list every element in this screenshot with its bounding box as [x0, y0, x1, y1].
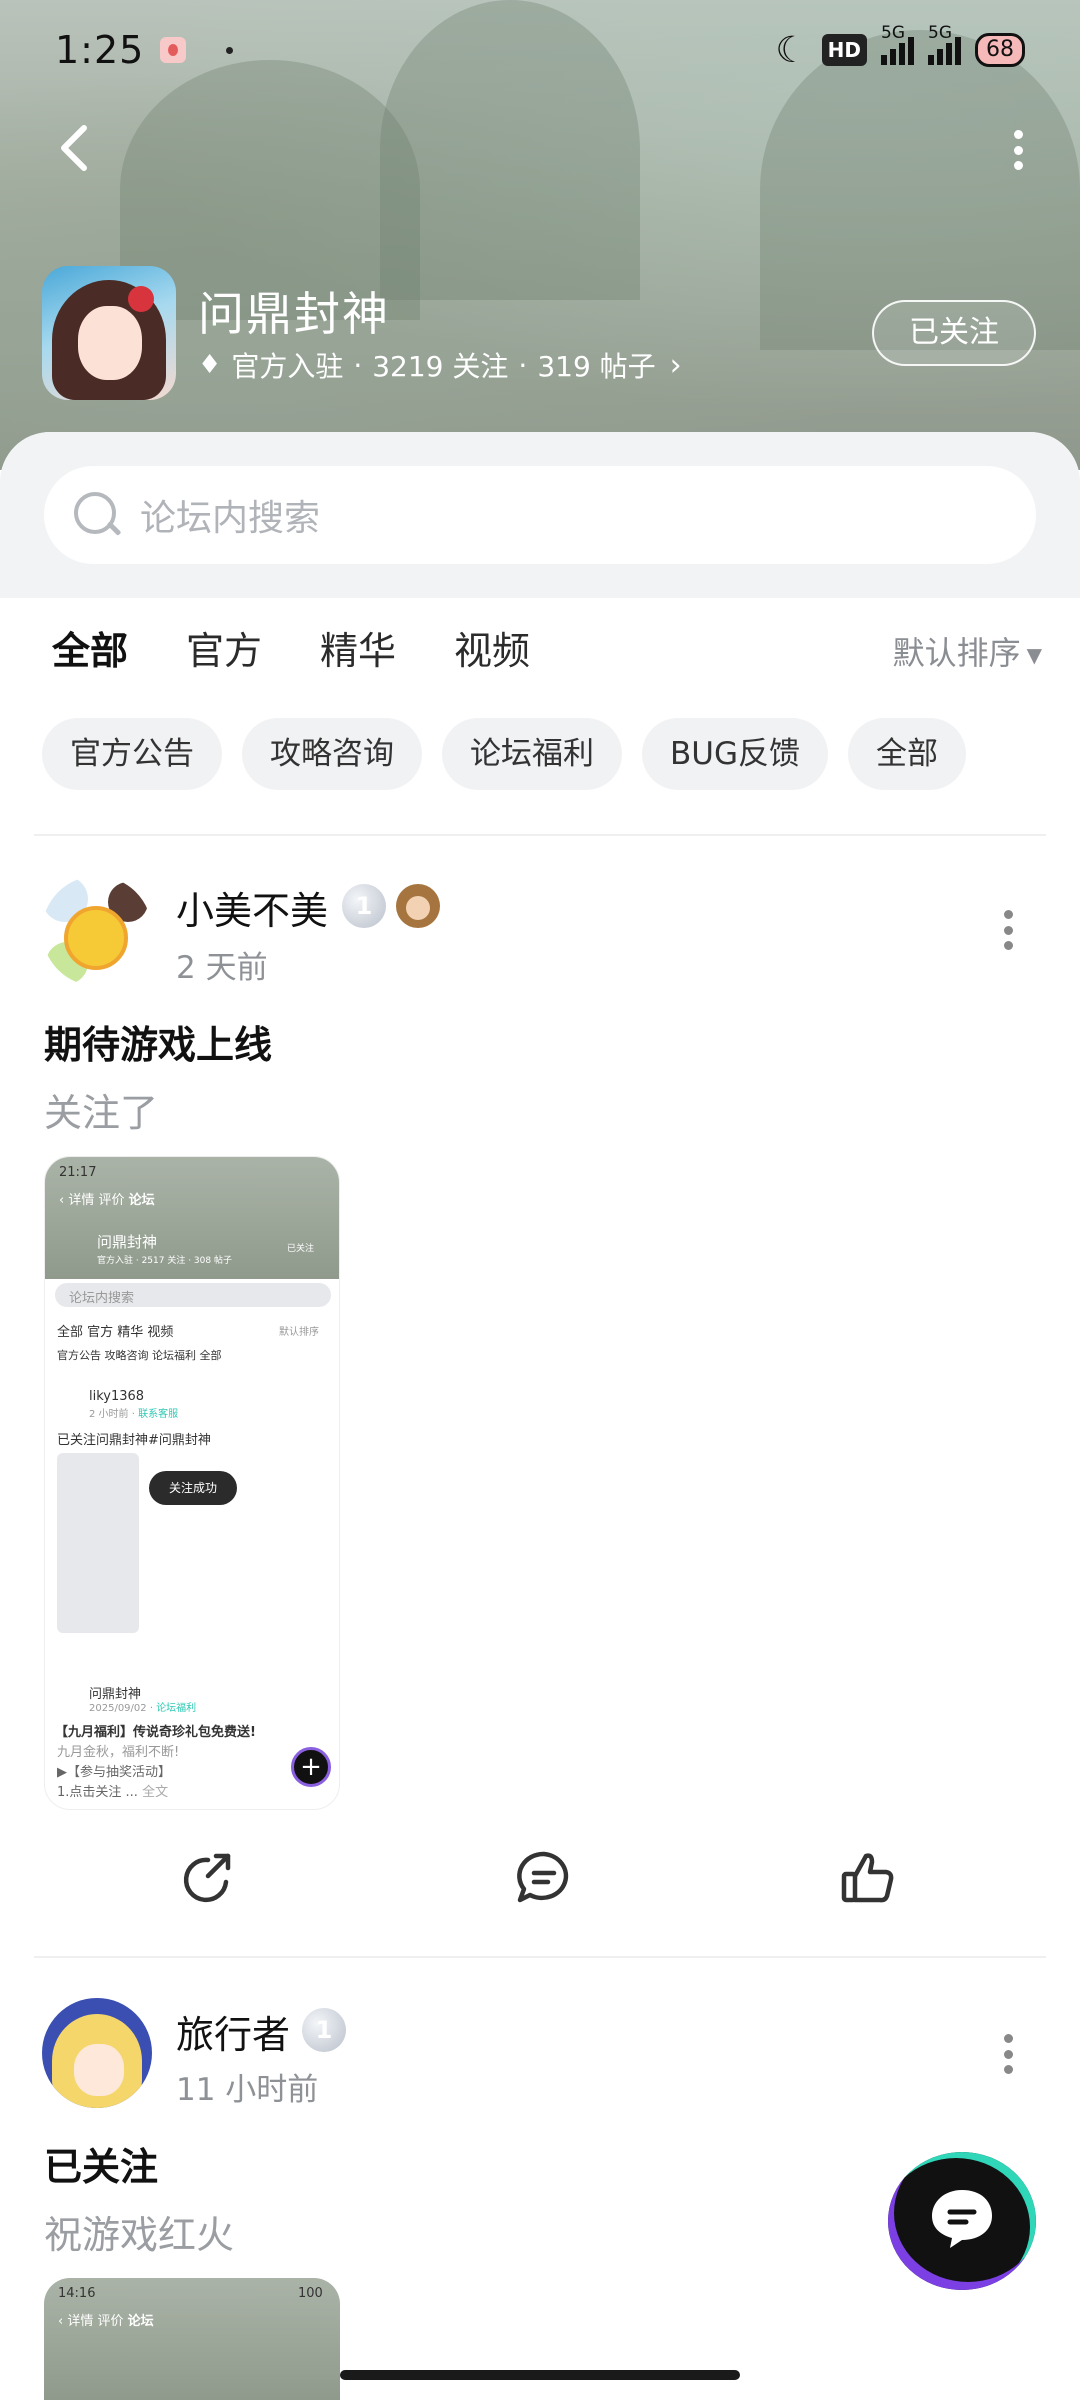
status-bar: 1:25 ☾ HD 5G 5G 68	[0, 0, 1080, 100]
game-title: 问鼎封神	[198, 287, 390, 341]
home-indicator[interactable]	[340, 2370, 740, 2380]
forum-tabs: 全部 官方 精华 视频	[52, 620, 530, 681]
comment-icon[interactable]	[514, 1848, 574, 1908]
signal-icon: 5G	[881, 23, 914, 65]
level-badge: 1	[302, 2008, 346, 2052]
hd-voice-icon: HD	[821, 34, 867, 66]
do-not-disturb-icon: ☾	[775, 29, 808, 71]
share-icon[interactable]	[178, 1848, 238, 1908]
post-more-icon[interactable]	[1002, 910, 1014, 950]
tab-all[interactable]: 全部	[52, 620, 128, 681]
post-username[interactable]: 旅行者	[176, 2004, 290, 2059]
battery-icon: 68	[975, 33, 1025, 67]
level-badge: 1	[342, 884, 386, 928]
divider	[34, 1956, 1046, 1958]
game-logo[interactable]	[42, 266, 176, 400]
game-meta[interactable]: ♦ 官方入驻 · 3219 关注 · 319 帖子 ›	[198, 345, 682, 385]
signal-icon: 5G	[928, 23, 961, 65]
chat-fab-icon[interactable]	[888, 2152, 1036, 2290]
posts-count: 319 帖子	[537, 350, 656, 383]
search-icon	[72, 490, 122, 540]
avatar[interactable]	[42, 1998, 152, 2108]
chip-bug-report[interactable]: BUG反馈	[642, 718, 828, 790]
back-button[interactable]	[52, 118, 96, 178]
tab-video[interactable]: 视频	[454, 620, 530, 675]
post-image[interactable]: 14:16 100 ‹ 详情 评价 论坛	[44, 2278, 340, 2400]
divider	[34, 834, 1046, 836]
post-body[interactable]: 关注了	[44, 1082, 158, 1137]
post-title[interactable]: 期待游戏上线	[44, 1014, 272, 1069]
followers-count: 3219 关注	[372, 350, 509, 383]
avatar[interactable]	[42, 876, 152, 986]
post-more-icon[interactable]	[1002, 2034, 1014, 2074]
chip-guide[interactable]: 攻略咨询	[242, 718, 422, 790]
post-username[interactable]: 小美不美	[176, 880, 328, 935]
sort-dropdown[interactable]: 默认排序 ▼	[893, 628, 1042, 674]
official-badge-text: 官方入驻	[231, 350, 344, 383]
post-time: 2 天前	[176, 950, 268, 986]
thumbs-up-icon[interactable]	[838, 1848, 898, 1908]
search-placeholder: 论坛内搜索	[140, 498, 321, 539]
post-body[interactable]: 祝游戏红火	[44, 2204, 234, 2259]
post-image[interactable]: 21:17 ‹ 详情 评价 论坛 问鼎封神 已关注 官方入驻 · 2517 关注…	[44, 1156, 340, 1810]
chip-all[interactable]: 全部	[847, 718, 966, 790]
chevron-left-icon	[61, 125, 87, 171]
followed-button[interactable]: 已关注	[872, 300, 1036, 366]
chevron-right-icon: ›	[669, 347, 682, 383]
category-chips: 官方公告 攻略咨询 论坛福利 BUG反馈 全部	[42, 718, 966, 790]
chip-welfare[interactable]: 论坛福利	[442, 718, 622, 790]
sort-label: 默认排序	[892, 634, 1021, 672]
diamond-icon: ♦	[198, 350, 222, 380]
post-title[interactable]: 已关注	[44, 2136, 158, 2191]
caret-down-icon: ▼	[1026, 643, 1042, 667]
notification-icon	[160, 37, 187, 63]
more-vertical-icon[interactable]	[1010, 130, 1026, 170]
search-input[interactable]: 论坛内搜索	[44, 466, 1036, 564]
dot-icon	[226, 46, 234, 54]
tab-featured[interactable]: 精华	[320, 620, 396, 675]
medal-icon	[396, 884, 440, 928]
post-time: 11 小时前	[176, 2072, 319, 2108]
tab-official[interactable]: 官方	[186, 620, 262, 675]
status-time: 1:25	[55, 28, 145, 72]
chip-official-notice[interactable]: 官方公告	[42, 718, 222, 790]
